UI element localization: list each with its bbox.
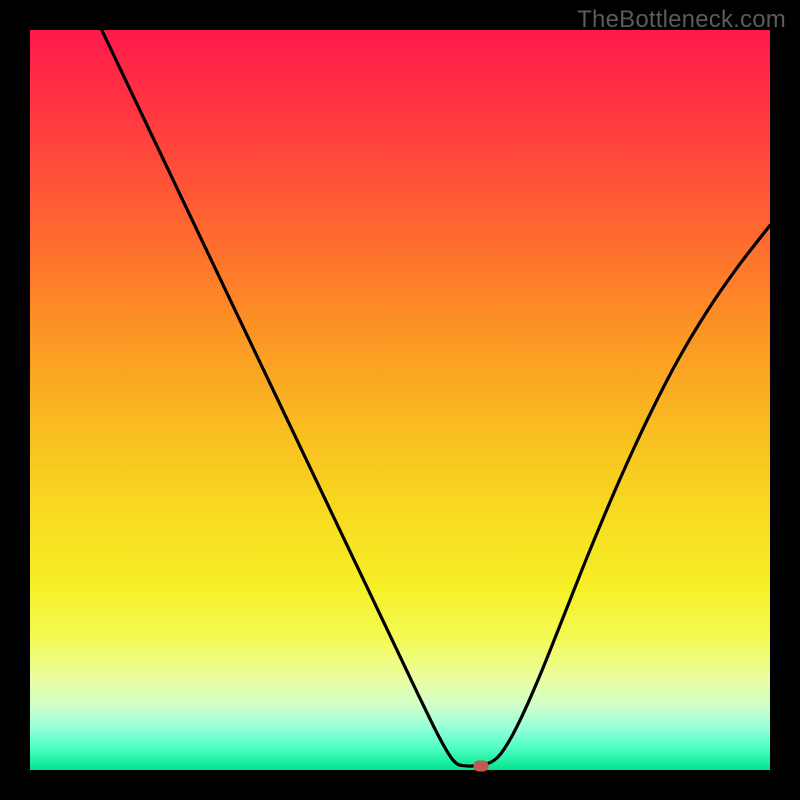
curve-path <box>102 30 770 766</box>
curve-svg <box>30 30 770 770</box>
min-marker <box>474 760 489 771</box>
chart-frame: TheBottleneck.com <box>0 0 800 800</box>
plot-area <box>30 30 770 770</box>
